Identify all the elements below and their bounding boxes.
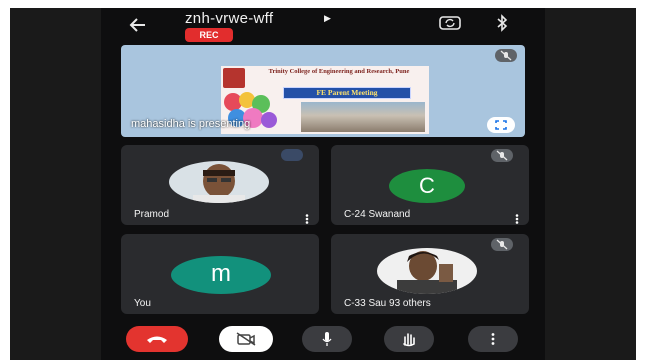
call-controls bbox=[101, 326, 545, 360]
college-logo bbox=[223, 68, 245, 88]
shared-slide: Trinity College of Engineering and Resea… bbox=[221, 66, 429, 134]
caret-right-icon[interactable]: ▶ bbox=[324, 13, 331, 24]
bluetooth-audio-icon[interactable] bbox=[495, 14, 509, 32]
microphone-icon bbox=[322, 332, 332, 346]
raise-hand-button[interactable] bbox=[384, 326, 434, 352]
college-building-photo bbox=[301, 102, 425, 132]
participant-tile-pramod[interactable]: Pramod bbox=[121, 145, 319, 225]
more-options-icon[interactable] bbox=[515, 211, 519, 224]
participant-tile-swanand[interactable]: C C-24 Swanand bbox=[331, 145, 529, 225]
presentation-tile[interactable]: Trinity College of Engineering and Resea… bbox=[121, 45, 525, 137]
back-arrow-icon[interactable] bbox=[127, 14, 149, 36]
avatar: m bbox=[171, 256, 271, 294]
speaking-indicator-icon bbox=[281, 149, 303, 161]
phone-hangup-icon bbox=[147, 336, 167, 343]
more-options-icon[interactable] bbox=[305, 211, 309, 224]
slide-banner: FE Parent Meeting bbox=[283, 87, 411, 99]
raise-hand-icon bbox=[403, 333, 415, 347]
avatar bbox=[169, 161, 269, 203]
fullscreen-icon[interactable] bbox=[487, 117, 515, 133]
meeting-code[interactable]: znh-vrwe-wff bbox=[185, 10, 273, 27]
presenting-label: mahasidha is presenting bbox=[131, 118, 251, 130]
microphone-button[interactable] bbox=[302, 326, 352, 352]
top-bar: znh-vrwe-wff ▶ REC bbox=[101, 8, 545, 48]
participant-name: C-33 Sau 93 others bbox=[344, 298, 431, 309]
meet-screen: znh-vrwe-wff ▶ REC Trinity College of En… bbox=[101, 8, 545, 360]
avatar: C bbox=[389, 169, 465, 203]
more-options-button[interactable] bbox=[468, 326, 518, 352]
mic-off-icon bbox=[491, 149, 513, 162]
recording-badge: REC bbox=[185, 28, 233, 42]
switch-camera-icon[interactable] bbox=[438, 15, 462, 31]
more-vert-icon bbox=[491, 333, 495, 345]
avatar bbox=[377, 248, 477, 294]
participant-tile-others[interactable]: C-33 Sau 93 others bbox=[331, 234, 529, 314]
slide-college-name: Trinity College of Engineering and Resea… bbox=[268, 68, 410, 75]
camera-off-icon bbox=[236, 332, 256, 346]
end-call-button[interactable] bbox=[126, 326, 188, 352]
participant-name: You bbox=[134, 298, 151, 309]
camera-toggle-button[interactable] bbox=[219, 326, 273, 352]
mic-off-icon bbox=[495, 49, 517, 62]
participant-name: Pramod bbox=[134, 209, 170, 220]
participant-tile-you[interactable]: m You bbox=[121, 234, 319, 314]
mic-off-icon bbox=[491, 238, 513, 251]
participant-name: C-24 Swanand bbox=[344, 209, 411, 220]
